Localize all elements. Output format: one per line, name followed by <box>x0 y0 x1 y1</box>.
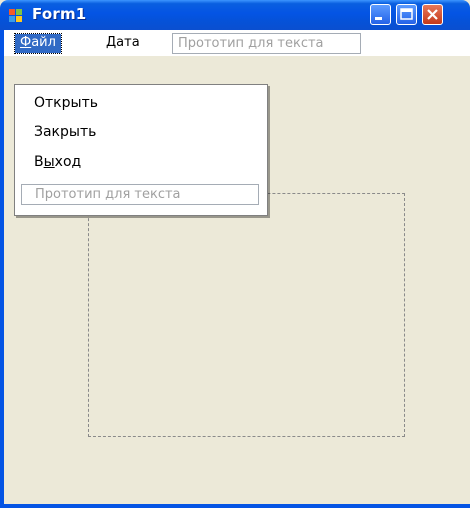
maximize-icon <box>400 8 413 20</box>
menu-file[interactable]: Файл <box>14 33 62 54</box>
menu-item-exit-post: ход <box>54 154 82 170</box>
window-title: Form1 <box>32 5 87 23</box>
close-button[interactable] <box>422 4 443 25</box>
dropdown-text-input[interactable]: Прототип для текста <box>21 184 259 205</box>
window-border-left <box>0 30 4 508</box>
menu-item-close[interactable]: Закрыть <box>34 122 96 142</box>
form-window: Form1 Файл Дата Прототип для текста Откр… <box>0 0 470 508</box>
menu-item-open[interactable]: Открыть <box>34 93 98 113</box>
minimize-icon <box>375 17 382 20</box>
menu-file-label: айл <box>31 35 56 50</box>
title-bar[interactable]: Form1 <box>0 0 470 30</box>
close-icon <box>427 9 438 20</box>
menu-file-mnemonic: Ф <box>20 35 32 50</box>
minimize-button[interactable] <box>370 4 391 25</box>
window-border-bottom <box>0 504 470 508</box>
menu-date[interactable]: Дата <box>101 34 145 53</box>
menu-item-exit[interactable]: Выход <box>34 152 81 172</box>
file-dropdown-menu: Открыть Закрыть Выход Прототип для текст… <box>14 84 268 216</box>
menu-item-exit-pre: В <box>34 154 44 170</box>
menu-strip: Файл Дата Прототип для текста <box>4 30 470 56</box>
menu-text-input[interactable]: Прототип для текста <box>172 33 361 54</box>
maximize-button[interactable] <box>396 4 417 25</box>
menu-item-exit-mnemonic: ы <box>43 154 55 170</box>
app-icon <box>9 8 23 22</box>
dashed-panel <box>88 193 405 437</box>
